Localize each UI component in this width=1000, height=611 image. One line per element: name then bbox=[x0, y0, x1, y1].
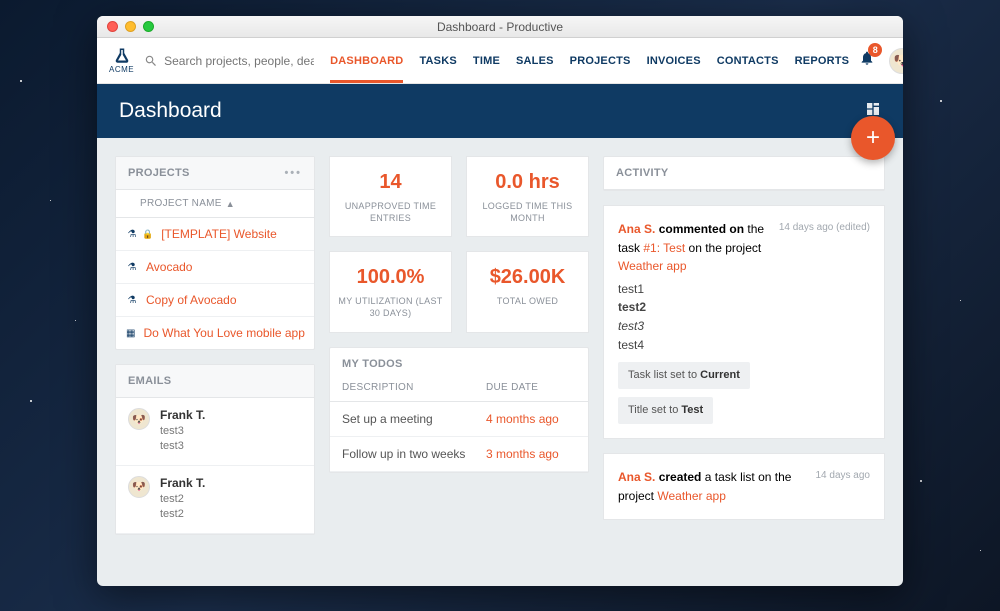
stat-utilization[interactable]: 100.0% MY UTILIZATION (LAST 30 DAYS) bbox=[329, 251, 452, 332]
sort-asc-icon: ▲ bbox=[226, 199, 235, 209]
activity-time: 14 days ago bbox=[816, 468, 871, 484]
emails-title: EMAILS bbox=[128, 375, 171, 387]
project-row[interactable]: ⚗ Avocado bbox=[116, 251, 314, 284]
activity-time: 14 days ago (edited) bbox=[779, 220, 870, 236]
col-due: DUE DATE bbox=[486, 382, 576, 393]
search-input[interactable] bbox=[164, 54, 314, 68]
task-link[interactable]: #1: Test bbox=[643, 241, 685, 255]
emails-card: EMAILS 🐶 Frank T. test3 test3 🐶 Frank bbox=[115, 364, 315, 535]
nav-tasks[interactable]: TASKS bbox=[419, 39, 456, 83]
project-row[interactable]: ▦ Do What You Love mobile app bbox=[116, 317, 314, 349]
nav-contacts[interactable]: CONTACTS bbox=[717, 39, 779, 83]
flask-icon bbox=[113, 47, 131, 65]
nav-sales[interactable]: SALES bbox=[516, 39, 554, 83]
top-nav: ACME DASHBOARD TASKS TIME SALES PROJECTS… bbox=[97, 38, 903, 84]
page-title: Dashboard bbox=[119, 99, 222, 123]
brand-logo[interactable]: ACME bbox=[109, 47, 134, 74]
flask-icon: ⚗ bbox=[126, 228, 138, 240]
stat-unapproved[interactable]: 14 UNAPPROVED TIME ENTRIES bbox=[329, 156, 452, 237]
email-row[interactable]: 🐶 Frank T. test2 test2 bbox=[116, 466, 314, 534]
avatar: 🐶 bbox=[128, 408, 150, 430]
search-container bbox=[144, 54, 320, 68]
activity-title: ACTIVITY bbox=[616, 167, 669, 179]
projects-more-button[interactable]: ••• bbox=[284, 167, 302, 179]
project-link[interactable]: Weather app bbox=[618, 259, 687, 273]
app-window: Dashboard - Productive ACME DASHBOARD TA… bbox=[97, 16, 903, 586]
dashboard-content: PROJECTS ••• PROJECT NAME ▲ ⚗ 🔒 [TEMPLAT… bbox=[97, 138, 903, 586]
notification-badge: 8 bbox=[868, 43, 882, 57]
nav-invoices[interactable]: INVOICES bbox=[647, 39, 701, 83]
todo-row[interactable]: Follow up in two weeks 3 months ago bbox=[330, 437, 588, 472]
activity-item[interactable]: Ana S. commented on the task #1: Test on… bbox=[603, 205, 885, 439]
todo-row[interactable]: Set up a meeting 4 months ago bbox=[330, 402, 588, 437]
activity-chip: Task list set to Current bbox=[618, 362, 750, 389]
stat-logged[interactable]: 0.0 hrs LOGGED TIME THIS MONTH bbox=[466, 156, 589, 237]
comment-body: test1 test2 test3 test4 bbox=[618, 280, 870, 354]
notifications-button[interactable]: 8 bbox=[859, 50, 875, 71]
email-row[interactable]: 🐶 Frank T. test3 test3 bbox=[116, 398, 314, 466]
nav-projects[interactable]: PROJECTS bbox=[570, 39, 631, 83]
titlebar: Dashboard - Productive bbox=[97, 16, 903, 38]
page-header: Dashboard + bbox=[97, 84, 903, 138]
nav-links: DASHBOARD TASKS TIME SALES PROJECTS INVO… bbox=[330, 39, 849, 83]
activity-chip: Title set to Test bbox=[618, 397, 713, 424]
user-menu[interactable]: 🐶 bbox=[889, 48, 903, 74]
activity-item[interactable]: Ana S. created a task list on the projec… bbox=[603, 453, 885, 520]
window-title: Dashboard - Productive bbox=[97, 20, 903, 34]
activity-card: ACTIVITY bbox=[603, 156, 885, 191]
projects-title: PROJECTS bbox=[128, 167, 190, 179]
projects-card: PROJECTS ••• PROJECT NAME ▲ ⚗ 🔒 [TEMPLAT… bbox=[115, 156, 315, 350]
nav-reports[interactable]: REPORTS bbox=[795, 39, 850, 83]
flask-icon: ⚗ bbox=[126, 261, 138, 273]
stat-owed[interactable]: $26.00K TOTAL OWED bbox=[466, 251, 589, 332]
flask-icon: ⚗ bbox=[126, 294, 138, 306]
avatar: 🐶 bbox=[889, 48, 903, 74]
project-link[interactable]: Weather app bbox=[657, 489, 726, 503]
col-description: DESCRIPTION bbox=[342, 382, 486, 393]
avatar: 🐶 bbox=[128, 476, 150, 498]
projects-column-header[interactable]: PROJECT NAME ▲ bbox=[116, 190, 314, 218]
add-button[interactable]: + bbox=[851, 116, 895, 160]
search-icon bbox=[144, 54, 158, 68]
grid-icon: ▦ bbox=[126, 327, 135, 339]
nav-dashboard[interactable]: DASHBOARD bbox=[330, 39, 403, 83]
lock-icon: 🔒 bbox=[142, 229, 153, 240]
project-row[interactable]: ⚗ Copy of Avocado bbox=[116, 284, 314, 317]
nav-time[interactable]: TIME bbox=[473, 39, 500, 83]
todos-title: MY TODOS bbox=[342, 358, 403, 370]
todos-card: MY TODOS DESCRIPTION DUE DATE Set up a m… bbox=[329, 347, 589, 473]
grid-icon bbox=[865, 101, 881, 117]
project-row[interactable]: ⚗ 🔒 [TEMPLATE] Website bbox=[116, 218, 314, 251]
